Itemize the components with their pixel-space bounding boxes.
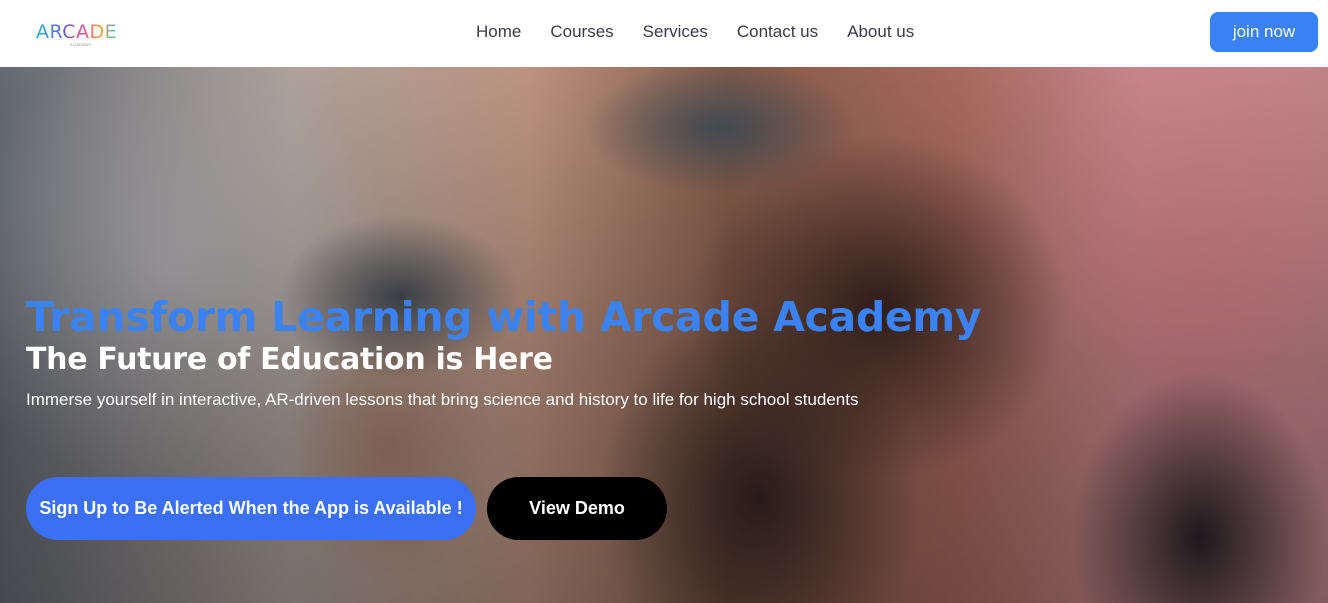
- nav-about-us[interactable]: About us: [847, 22, 914, 42]
- nav-contact-us[interactable]: Contact us: [737, 22, 818, 42]
- join-now-button[interactable]: join now: [1210, 12, 1318, 52]
- logo-wordmark: ARCADE: [36, 21, 118, 43]
- hero-subtitle: The Future of Education is Here: [26, 342, 553, 377]
- nav-courses[interactable]: Courses: [550, 22, 613, 42]
- hero-section: Transform Learning with Arcade Academy T…: [0, 67, 1328, 603]
- nav-home[interactable]: Home: [476, 22, 521, 42]
- hero-description: Immerse yourself in interactive, AR-driv…: [26, 390, 859, 409]
- hero-title: Transform Learning with Arcade Academy: [26, 293, 982, 341]
- arcade-logo[interactable]: ARCADE ACADEMY: [36, 22, 132, 48]
- logo-subtext: ACADEMY: [70, 42, 92, 47]
- nav-services[interactable]: Services: [643, 22, 708, 42]
- view-demo-button[interactable]: View Demo: [487, 477, 667, 540]
- signup-alert-button[interactable]: Sign Up to Be Alerted When the App is Av…: [26, 477, 476, 540]
- main-nav: Home Courses Services Contact us About u…: [476, 20, 914, 44]
- site-header: ARCADE ACADEMY Home Courses Services Con…: [0, 0, 1328, 67]
